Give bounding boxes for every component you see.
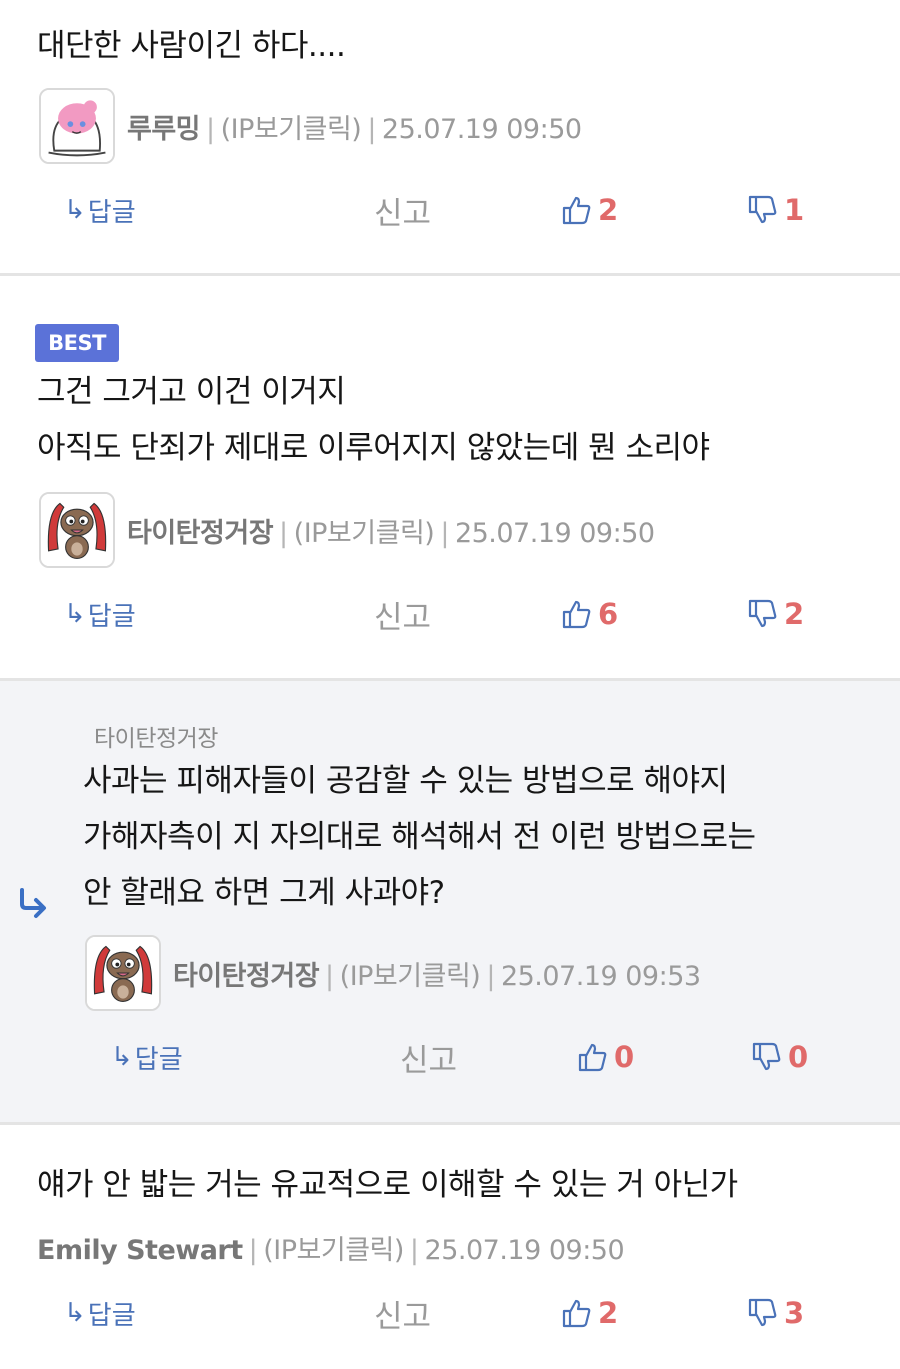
thumbs-up-icon — [578, 1043, 607, 1072]
reply-button[interactable]: ↳ 답글 — [64, 185, 136, 235]
ip-view-link[interactable]: (IP보기클릭) — [221, 114, 362, 145]
separator: | — [409, 1235, 419, 1266]
reply-arrow-icon: ↳ — [64, 195, 86, 225]
ip-view-link[interactable]: (IP보기클릭) — [263, 1235, 404, 1266]
thumbs-down-icon — [752, 1042, 781, 1071]
comment-datetime: 25.07.19 09:53 — [500, 960, 701, 992]
separator: | — [367, 113, 376, 145]
dislike-button[interactable]: 1 — [746, 185, 804, 235]
brown-creature-avatar — [87, 937, 159, 1009]
dislike-count: 2 — [784, 597, 805, 631]
like-button[interactable]: 2 — [560, 1288, 618, 1338]
reply-button[interactable]: ↳ 답글 — [111, 1032, 183, 1082]
reply-label: 답글 — [87, 197, 136, 228]
dislike-button[interactable]: 0 — [750, 1032, 808, 1082]
reply-button[interactable]: ↳ 답글 — [64, 1288, 136, 1338]
comment-meta: 루루밍 | (IP보기클릭) | 25.07.19 09:50 — [39, 86, 582, 166]
separator: | — [440, 517, 449, 549]
dislike-button[interactable]: 2 — [746, 589, 804, 639]
comment-actions: ↳ 답글 신고 2 3 — [0, 1288, 900, 1338]
comment-meta: 타이탄정거장 | (IP보기클릭) | 25.07.19 09:50 — [39, 490, 655, 570]
comment-meta-info: 루루밍 | (IP보기클릭) | 25.07.19 09:50 — [127, 107, 582, 146]
dislike-count: 0 — [788, 1040, 809, 1074]
comment-actions: ↳ 답글 신고 6 2 — [0, 589, 900, 639]
separator: | — [486, 960, 495, 992]
divider — [0, 273, 900, 276]
separator: | — [279, 517, 288, 549]
comment-meta: 타이탄정거장 | (IP보기클릭) | 25.07.19 09:53 — [85, 933, 701, 1013]
comment-text: 그건 그거고 이건 이거지 아직도 단죄가 제대로 이루어지지 않았는데 뭔 소… — [37, 374, 710, 466]
reply-indicator-icon — [20, 888, 46, 918]
like-count: 2 — [598, 1296, 619, 1330]
thumbs-down-icon — [748, 599, 777, 628]
dislike-count: 1 — [784, 193, 805, 227]
separator: | — [206, 113, 215, 145]
comment-author[interactable]: 루루밍 — [127, 114, 201, 145]
like-count: 6 — [598, 597, 619, 631]
reply-arrow-icon: ↳ — [111, 1042, 133, 1072]
report-button[interactable]: 신고 — [374, 185, 431, 235]
reply-button[interactable]: ↳ 답글 — [64, 589, 136, 639]
comment-text: 사과는 피해자들이 공감할 수 있는 방법으로 해야지 가해자측이 지 자의대로… — [83, 763, 756, 911]
like-count: 2 — [598, 193, 619, 227]
divider — [0, 1122, 900, 1125]
dislike-button[interactable]: 3 — [746, 1288, 804, 1338]
like-button[interactable]: 6 — [560, 589, 618, 639]
comment-datetime: 25.07.19 09:50 — [424, 1235, 625, 1266]
comment-meta-info: 타이탄정거장 | (IP보기클릭) | 25.07.19 09:53 — [173, 954, 701, 993]
thumbs-down-icon — [748, 195, 777, 224]
thumbs-up-icon — [562, 196, 591, 225]
like-count: 0 — [614, 1040, 635, 1074]
comment-actions: ↳ 답글 신고 2 1 — [0, 185, 900, 235]
comment-meta-info: Emily Stewart | (IP보기클릭) | 25.07.19 09:50 — [37, 1228, 625, 1267]
comment-author[interactable]: 타이탄정거장 — [173, 961, 320, 992]
reply-arrow-icon: ↳ — [64, 1298, 86, 1328]
reply-arrow-icon: ↳ — [64, 599, 86, 629]
comment-datetime: 25.07.19 09:50 — [454, 517, 655, 549]
like-button[interactable]: 2 — [560, 185, 618, 235]
avatar[interactable] — [39, 492, 115, 568]
separator: | — [325, 960, 334, 992]
thumbs-down-icon — [748, 1298, 777, 1327]
best-badge: BEST — [35, 324, 119, 362]
comment-datetime: 25.07.19 09:50 — [381, 113, 582, 145]
reply-label: 답글 — [134, 1044, 183, 1075]
reply-comment-item: 타이탄정거장 사과는 피해자들이 공감할 수 있는 방법으로 해야지 가해자측이… — [0, 681, 900, 1122]
comment-author[interactable]: Emily Stewart — [37, 1235, 243, 1266]
comment-text: 대단한 사람이긴 하다.... — [37, 28, 346, 64]
reply-to-author: 타이탄정거장 — [94, 726, 218, 752]
report-button[interactable]: 신고 — [374, 1288, 431, 1338]
report-button[interactable]: 신고 — [400, 1032, 457, 1082]
report-button[interactable]: 신고 — [374, 589, 431, 639]
avatar[interactable] — [39, 88, 115, 164]
pink-hair-character-avatar — [41, 90, 113, 162]
comment-meta-info: 타이탄정거장 | (IP보기클릭) | 25.07.19 09:50 — [127, 511, 655, 550]
ip-view-link[interactable]: (IP보기클릭) — [340, 961, 481, 992]
avatar[interactable] — [85, 935, 161, 1011]
comment-author[interactable]: 타이탄정거장 — [127, 518, 274, 549]
ip-view-link[interactable]: (IP보기클릭) — [294, 518, 435, 549]
dislike-count: 3 — [784, 1296, 805, 1330]
comment-actions: ↳ 답글 신고 0 0 — [0, 1032, 900, 1082]
reply-label: 답글 — [87, 1300, 136, 1331]
reply-label: 답글 — [87, 601, 136, 632]
thumbs-up-icon — [562, 1299, 591, 1328]
separator: | — [248, 1235, 258, 1266]
comment-text: 얘가 안 밟는 거는 유교적으로 이해할 수 있는 거 아닌가 — [37, 1167, 738, 1203]
thumbs-up-icon — [562, 600, 591, 629]
brown-creature-avatar — [41, 494, 113, 566]
like-button[interactable]: 0 — [576, 1032, 634, 1082]
